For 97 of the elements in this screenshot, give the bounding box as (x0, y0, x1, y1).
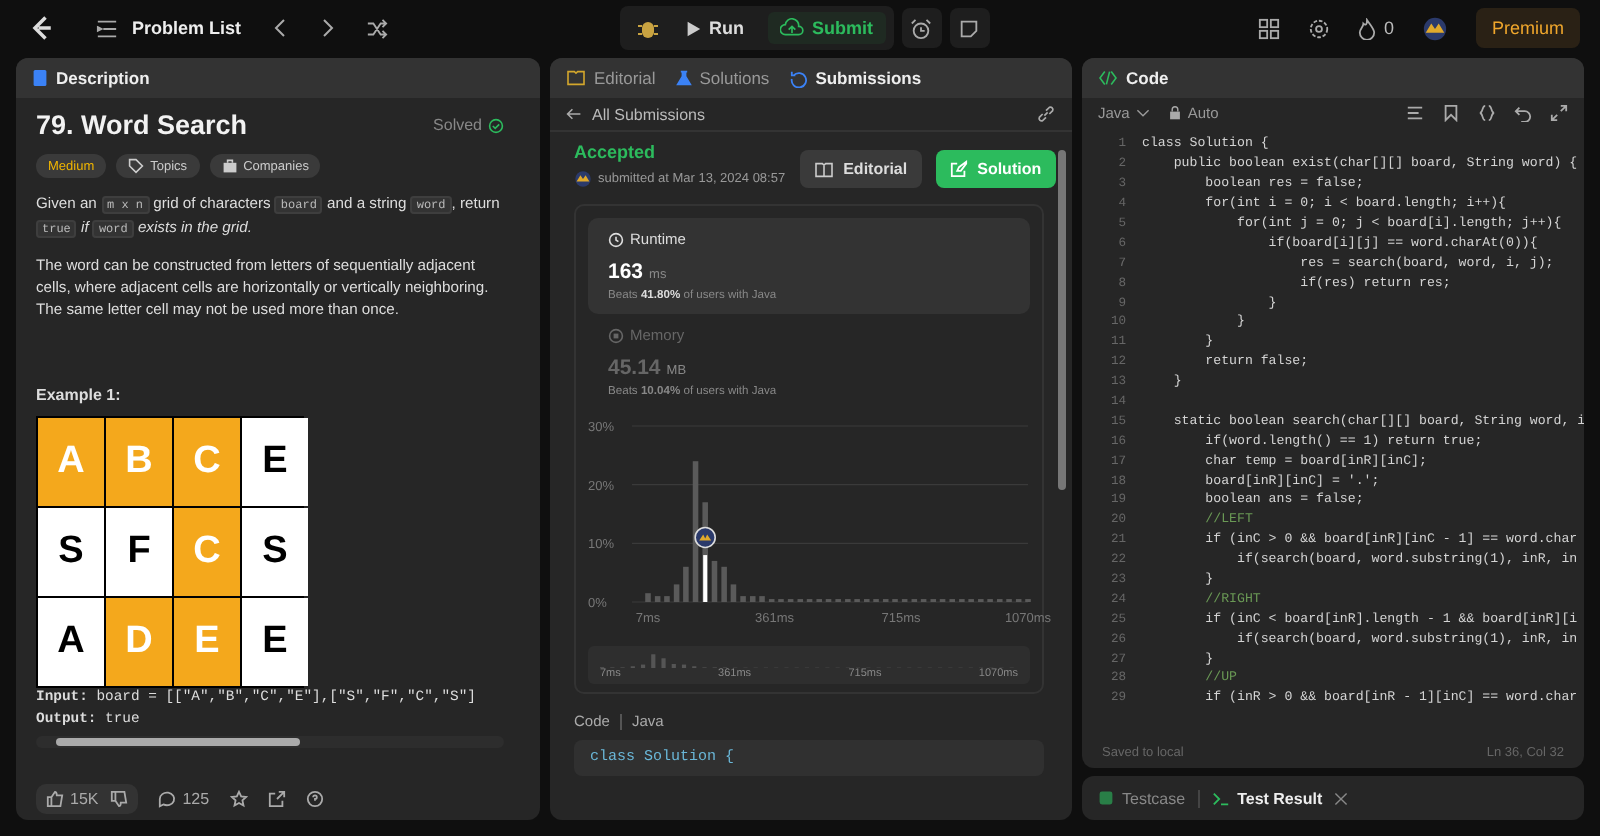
edit-icon (949, 160, 968, 178)
bottom-tab[interactable]: Test Result (1211, 789, 1323, 807)
grid-letter: C (174, 418, 240, 506)
histogram-bar (759, 596, 765, 602)
problem-list-button[interactable]: Problem List (96, 17, 242, 39)
code-brackets-icon (1098, 70, 1118, 86)
streak-counter[interactable]: 0 (1357, 17, 1394, 39)
all-submissions-link[interactable]: All Submissions (566, 105, 705, 123)
histogram-bar (692, 461, 699, 602)
note-icon (958, 17, 980, 39)
histogram-bar (749, 596, 756, 602)
briefcase-icon (221, 158, 238, 174)
example-heading: Example 1: (36, 386, 123, 404)
editorial-button[interactable]: Editorial (799, 150, 922, 188)
histogram-bar (721, 566, 727, 602)
cloud-upload-icon (780, 18, 804, 38)
panel-tab[interactable]: Solutions (675, 68, 770, 88)
document-icon (32, 68, 48, 88)
play-icon (683, 19, 701, 37)
back-arrow-icon (566, 106, 582, 122)
histogram-bar (711, 560, 718, 602)
clock-icon (608, 231, 624, 247)
terminal-icon (1211, 789, 1230, 807)
grid-letter: S (38, 508, 104, 596)
grid-letter: D (106, 598, 172, 686)
chip-icon (608, 327, 624, 343)
checkbox-icon (1098, 790, 1114, 806)
panel-tab[interactable]: Editorial (566, 68, 656, 88)
list-icon (96, 17, 118, 39)
avatar-icon (574, 170, 592, 188)
thumbs-up-icon (46, 789, 64, 807)
panel-tab[interactable]: Submissions (789, 68, 922, 88)
flame-icon (1357, 17, 1376, 39)
braces-icon[interactable] (1478, 104, 1496, 122)
metric-value: 45.14 (608, 356, 661, 380)
expand-icon[interactable] (1550, 104, 1568, 122)
avatar-icon[interactable] (1421, 15, 1448, 41)
flask-icon (675, 70, 692, 86)
histogram-bar (730, 584, 737, 602)
bookmark-icon[interactable] (1442, 104, 1460, 122)
star-icon[interactable] (229, 789, 248, 807)
grid-letter: F (106, 508, 172, 596)
grid-letter: B (106, 418, 172, 506)
histogram-bar (664, 596, 670, 602)
grid-letter: E (242, 418, 308, 506)
note-button[interactable] (949, 8, 989, 48)
previous-icon[interactable] (269, 18, 290, 38)
shuffle-icon[interactable] (365, 17, 388, 39)
solved-status: Solved (433, 116, 504, 134)
share-icon[interactable] (267, 789, 286, 807)
bug-icon[interactable] (635, 16, 659, 40)
result-status: Accepted (574, 142, 658, 162)
metric-value: 163 (608, 260, 644, 284)
code-tab[interactable]: Code (1098, 68, 1169, 88)
horizontal-scrollbar[interactable] (36, 736, 504, 748)
check-circle-icon (488, 117, 504, 133)
tag-icon (128, 158, 145, 174)
comments-button[interactable]: 125 (158, 789, 210, 807)
link-icon[interactable] (1036, 104, 1056, 124)
avatar-marker (694, 526, 716, 549)
problem-title: 79. Word Search (36, 110, 248, 140)
format-lines-icon[interactable] (1406, 104, 1424, 122)
histogram-bar (654, 596, 661, 602)
grid-letter: C (174, 508, 240, 596)
bottom-tab[interactable]: Testcase (1098, 789, 1186, 807)
book-icon (813, 161, 834, 177)
thumbs-down-icon (110, 789, 129, 807)
streak-count: 0 (1383, 18, 1394, 38)
lock-icon (1167, 106, 1182, 120)
run-button[interactable]: Run (683, 18, 744, 38)
chevron-down-icon (1135, 106, 1150, 120)
premium-button[interactable]: Premium (1475, 8, 1580, 48)
grid-layout-icon[interactable] (1257, 17, 1280, 39)
next-icon[interactable] (317, 18, 338, 38)
submit-button[interactable]: Submit (768, 12, 885, 44)
grid-letter: E (242, 598, 308, 686)
grid-letter: A (38, 418, 104, 506)
histogram-bar (740, 596, 746, 602)
alarm-clock-icon (910, 17, 932, 39)
speech-bubble-icon (158, 789, 177, 807)
close-icon[interactable] (1334, 791, 1349, 805)
book-icon (566, 70, 586, 86)
logo-icon[interactable] (28, 14, 56, 42)
history-icon (789, 69, 808, 87)
histogram-bar (683, 566, 689, 602)
undo-icon[interactable] (1514, 104, 1532, 122)
histogram-bar (645, 593, 651, 602)
grid-letter: E (174, 598, 240, 686)
settings-icon[interactable] (1307, 17, 1330, 39)
grid-letter: A (38, 598, 104, 686)
histogram-bar (673, 584, 680, 602)
highlighted-bar (703, 555, 708, 602)
alarm-clock-button[interactable] (901, 8, 941, 48)
grid-letter: S (242, 508, 308, 596)
description-tab[interactable]: Description (32, 68, 150, 88)
help-icon[interactable] (305, 789, 324, 807)
dislike-button[interactable] (110, 789, 129, 807)
